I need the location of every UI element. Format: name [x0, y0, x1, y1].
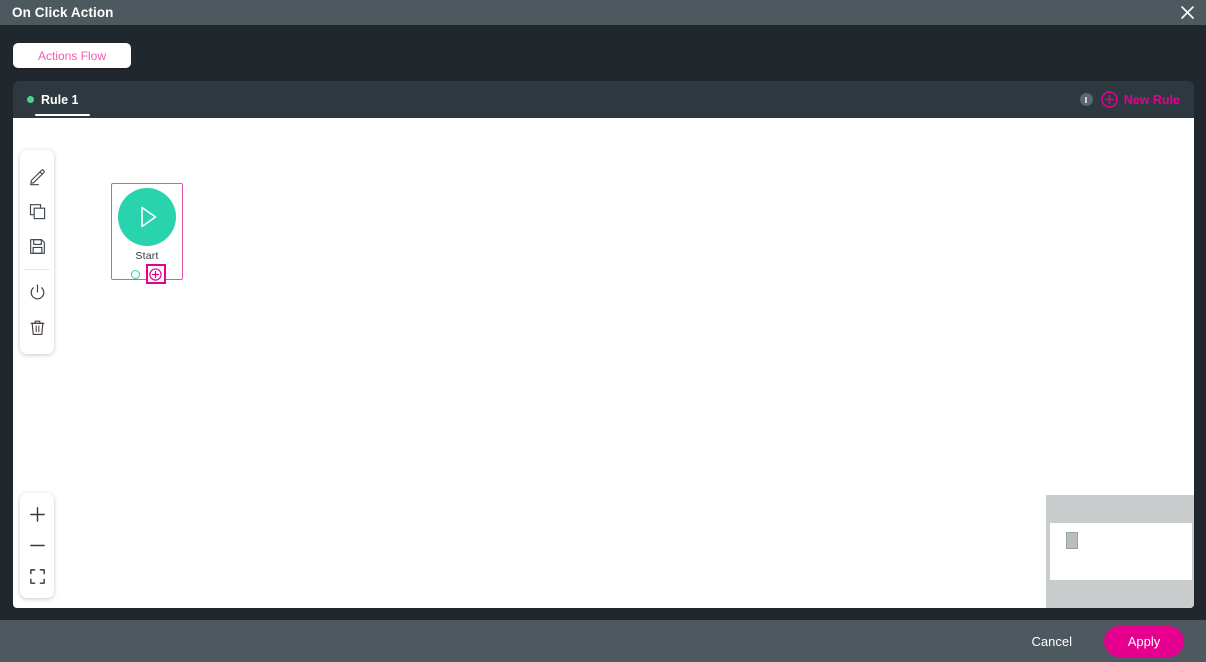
info-icon-glyph [1085, 96, 1087, 103]
tab-strip: Actions Flow [13, 43, 131, 68]
zoom-out-button[interactable] [22, 530, 52, 561]
pencil-icon [29, 169, 45, 186]
start-node-circle [118, 188, 176, 246]
power-tool-button[interactable] [22, 275, 52, 310]
plus-icon [29, 507, 45, 522]
flow-node-label: Start [135, 250, 159, 262]
apply-button[interactable]: Apply [1104, 625, 1184, 657]
zoom-controls [20, 493, 54, 598]
rule-bar-actions: New Rule [1079, 91, 1180, 108]
power-icon [30, 284, 44, 300]
modal-header: On Click Action [0, 0, 1206, 25]
flow-node-start[interactable]: Start [111, 183, 183, 284]
node-output-port[interactable] [130, 269, 140, 279]
close-glyph [1180, 6, 1194, 19]
floppy-disk-icon [29, 239, 45, 254]
trash-icon [29, 320, 45, 336]
copy-icon [29, 204, 45, 220]
save-tool-button[interactable] [22, 229, 52, 264]
flow-canvas[interactable]: Start [13, 118, 1194, 608]
minimap-node [1066, 532, 1078, 549]
minimap-viewport[interactable] [1050, 523, 1192, 580]
minus-icon [29, 544, 45, 547]
canvas-toolbar [20, 150, 54, 354]
flow-node-ports [112, 264, 184, 284]
modal-body: Actions Flow Rule 1 New Rule Start [0, 25, 1206, 620]
tab-actions-flow-label: Actions Flow [37, 48, 107, 63]
modal-footer: Cancel Apply [0, 620, 1206, 662]
close-icon[interactable] [1176, 2, 1198, 24]
plus-circle-icon [149, 267, 162, 281]
zoom-in-button[interactable] [22, 499, 52, 530]
info-icon[interactable] [1079, 93, 1093, 106]
new-rule-label: New Rule [1123, 92, 1180, 107]
duplicate-tool-button[interactable] [22, 194, 52, 229]
rule-tab-rule-1[interactable]: Rule 1 [25, 81, 90, 118]
add-next-action-button[interactable] [145, 264, 166, 284]
rule-bar: Rule 1 New Rule [13, 81, 1194, 118]
play-icon [141, 206, 157, 228]
expand-icon [29, 569, 45, 584]
toolbar-divider [24, 269, 50, 270]
rule-tab-label: Rule 1 [41, 92, 79, 107]
new-rule-button[interactable]: New Rule [1100, 91, 1180, 108]
rule-tab-active-underline [35, 114, 90, 116]
rule-status-dot [27, 96, 34, 103]
delete-tool-button[interactable] [22, 310, 52, 345]
page-title: On Click Action [12, 5, 114, 20]
minimap[interactable] [1046, 495, 1194, 608]
edit-tool-button[interactable] [22, 159, 52, 194]
cancel-button[interactable]: Cancel [1026, 633, 1078, 650]
plus-circle-icon [1100, 91, 1118, 108]
fit-to-screen-button[interactable] [22, 561, 52, 592]
tab-actions-flow[interactable]: Actions Flow [13, 43, 131, 68]
